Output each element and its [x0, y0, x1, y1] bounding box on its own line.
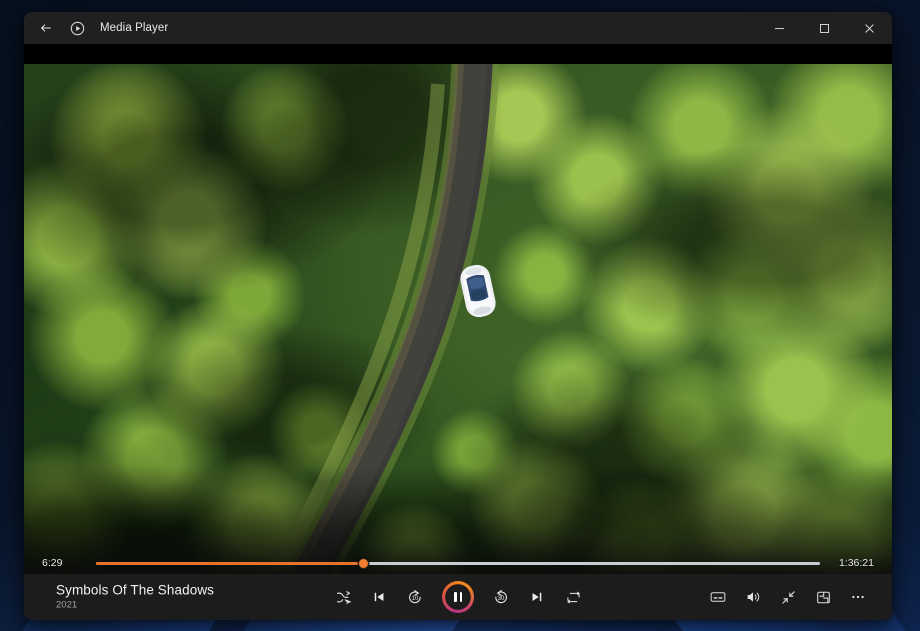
pause-bar-right — [460, 592, 463, 602]
seek-progress-fill — [96, 562, 364, 565]
pause-icon — [447, 586, 469, 608]
seek-bar-row: 6:29 1:36:21 — [24, 552, 892, 574]
repeat-button[interactable] — [560, 584, 586, 610]
next-track-icon — [530, 590, 544, 604]
transport-controls: 10 30 — [330, 581, 586, 613]
current-time-label: 6:29 — [42, 557, 88, 569]
back-button[interactable] — [30, 12, 62, 44]
video-surface[interactable] — [24, 64, 892, 589]
track-year: 2021 — [56, 601, 214, 612]
shuffle-button[interactable] — [330, 584, 356, 610]
pause-button[interactable] — [442, 581, 474, 613]
minimize-icon — [774, 23, 785, 34]
media-player-logo-icon — [66, 17, 88, 39]
rewind-10-button[interactable]: 10 — [402, 584, 428, 610]
road-layer — [24, 64, 892, 589]
more-options-icon — [850, 589, 866, 605]
playback-control-bar: Symbols Of The Shadows 2021 — [24, 574, 892, 620]
volume-button[interactable] — [741, 585, 765, 609]
app-title: Media Player — [100, 22, 168, 34]
next-track-button[interactable] — [524, 584, 550, 610]
close-button[interactable] — [847, 12, 892, 44]
previous-track-icon — [372, 590, 386, 604]
forward-30-button[interactable]: 30 — [488, 584, 514, 610]
track-title: Symbols Of The Shadows — [56, 583, 214, 598]
pause-bar-left — [454, 592, 457, 602]
forward-seconds-label: 30 — [498, 596, 505, 602]
total-time-label: 1:36:21 — [828, 557, 874, 569]
maximize-icon — [819, 23, 830, 34]
exit-fullscreen-button[interactable] — [776, 585, 800, 609]
secondary-tools — [706, 585, 870, 609]
title-bar: Media Player — [24, 12, 892, 44]
close-icon — [864, 23, 875, 34]
captions-button[interactable] — [706, 585, 730, 609]
exit-fullscreen-icon — [781, 590, 796, 605]
mini-player-button[interactable] — [811, 585, 835, 609]
minimize-button[interactable] — [757, 12, 802, 44]
back-arrow-icon — [39, 21, 53, 35]
rewind-seconds-label: 10 — [412, 596, 419, 602]
media-player-window: Media Player — [24, 12, 892, 620]
previous-track-button[interactable] — [366, 584, 392, 610]
seek-thumb[interactable] — [358, 558, 369, 569]
seek-slider[interactable] — [96, 562, 820, 565]
volume-icon — [745, 589, 761, 605]
video-stage[interactable]: 6:29 1:36:21 — [24, 44, 892, 620]
mini-player-icon — [816, 590, 831, 605]
repeat-icon — [566, 590, 581, 605]
more-options-button[interactable] — [846, 585, 870, 609]
shuffle-icon — [336, 590, 351, 605]
now-playing-info: Symbols Of The Shadows 2021 — [56, 583, 214, 612]
maximize-button[interactable] — [802, 12, 847, 44]
captions-icon — [710, 589, 726, 605]
caption-buttons — [757, 12, 892, 44]
